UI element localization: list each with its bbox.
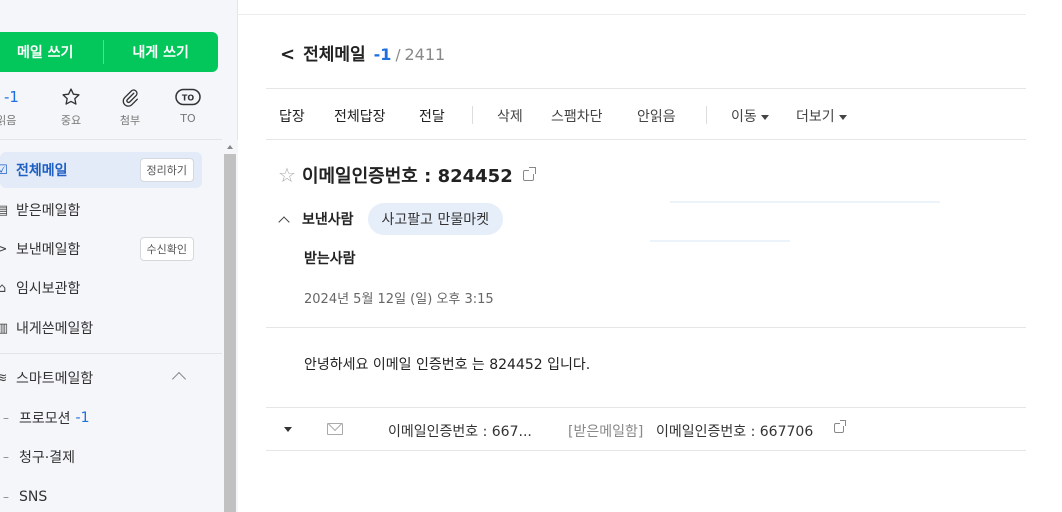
sidebar: 메일 쓰기 내게 쓰기 -1 안읽음 중요 첨부 TO TO	[0, 0, 238, 512]
organize-button[interactable]: 정리하기	[139, 158, 194, 182]
mail-date: 2024년 5월 12일 (일) 오후 3:15	[304, 292, 494, 307]
quick-unread[interactable]: -1 안읽음	[0, 86, 40, 128]
toolbar-divider	[472, 106, 473, 124]
inbox-icon: ▤	[0, 202, 9, 218]
sidebar-scrollbar[interactable]	[222, 140, 238, 512]
mail-body: 안녕하세요 이메일 인증번호 는 824452 입니다.	[304, 357, 591, 373]
branch-icon: –	[3, 450, 9, 464]
quick-unread-label: 안읽음	[0, 114, 17, 127]
quick-important-label: 중요	[60, 114, 82, 127]
branch-icon: –	[3, 490, 9, 504]
self-compose-button[interactable]: 내게 쓰기	[104, 32, 219, 72]
delete-button[interactable]: 삭제	[497, 106, 523, 126]
related-subject-full[interactable]: 이메일인증번호 : 667706	[656, 421, 813, 441]
folder-smart-label: 스마트메일함	[16, 371, 94, 387]
folder-self-mail-label: 내게쓴메일함	[16, 321, 94, 337]
chip-highlight	[670, 201, 940, 203]
forward-button[interactable]: 전달	[419, 106, 445, 126]
svg-text:TO: TO	[182, 94, 194, 103]
star-icon	[51, 86, 91, 108]
sender-row: 보낸사람 사고팔고 만물마켓	[278, 203, 504, 235]
folder-promotion-label: 프로모션	[19, 411, 71, 427]
mail-header: < 전체메일 -1 / 2411	[280, 40, 445, 65]
read-receipt-button[interactable]: 수신확인	[139, 237, 194, 261]
sent-icon: >	[0, 241, 8, 257]
more-dropdown[interactable]: 더보기	[796, 106, 847, 126]
star-icon[interactable]: ☆	[278, 163, 296, 187]
folder-all-mail[interactable]: ☑ 전체메일 정리하기	[0, 152, 202, 188]
caret-down-icon[interactable]	[284, 427, 292, 432]
envelope-icon	[327, 423, 343, 435]
folder-drafts-label: 임시보관함	[16, 281, 81, 297]
folder-divider	[0, 353, 222, 354]
folder-sns[interactable]: – SNS	[0, 479, 202, 512]
folder-sent[interactable]: > 보낸메일함 수신확인	[0, 231, 202, 267]
folder-all-mail-label: 전체메일	[16, 163, 68, 179]
related-mail-row[interactable]: 이메일인증번호 : 667... [받은메일함] 이메일인증번호 : 66770…	[266, 407, 1026, 451]
sender-chip[interactable]: 사고팔고 만물마켓	[367, 203, 504, 235]
popout-icon[interactable]	[522, 166, 536, 181]
folder-sns-label: SNS	[19, 489, 48, 505]
paperclip-icon	[110, 86, 150, 108]
quick-divider	[0, 139, 222, 140]
mail-toolbar: 답장 전체답장 전달 삭제 스팸차단 안읽음 이동 더보기	[266, 88, 1026, 140]
mail-subject: ☆ 이메일인증번호 : 824452	[278, 162, 536, 188]
chevron-up-icon[interactable]	[278, 215, 290, 228]
unread-count: -1	[373, 45, 392, 64]
unread-count: -1	[4, 88, 19, 106]
quick-important[interactable]: 중요	[51, 86, 91, 128]
scroll-thumb[interactable]	[224, 154, 236, 512]
folder-sent-label: 보낸메일함	[16, 242, 81, 258]
spam-block-button[interactable]: 스팸차단	[551, 106, 603, 126]
quick-attachment[interactable]: 첨부	[110, 86, 150, 128]
toolbar-divider	[706, 106, 707, 124]
quick-filters: -1 안읽음 중요 첨부 TO TO	[0, 86, 220, 130]
count-separator: /	[395, 46, 401, 64]
mail-view: < 전체메일 -1 / 2411 답장 전체답장 전달 삭제 스팸차단 안읽음 …	[266, 0, 1026, 512]
quick-to[interactable]: TO TO	[168, 86, 208, 125]
related-folder: [받은메일함]	[568, 424, 644, 440]
folder-self-mail[interactable]: ▥ 내게쓴메일함	[0, 310, 202, 346]
folder-billing[interactable]: – 청구·결제	[0, 439, 202, 475]
branch-icon: –	[3, 411, 9, 425]
self-mail-icon: ▥	[0, 320, 9, 336]
smart-mailbox-icon: ≋	[0, 370, 8, 386]
folder-drafts[interactable]: ⌂ 임시보관함	[0, 270, 202, 306]
from-label: 보낸사람	[302, 212, 354, 228]
more-label: 더보기	[796, 109, 835, 125]
folder-promotion[interactable]: – 프로모션 -1	[0, 400, 202, 436]
caret-down-icon	[760, 114, 769, 120]
total-count: 2411	[404, 45, 446, 64]
folder-smart[interactable]: ≋ 스마트메일함	[0, 360, 222, 396]
reply-all-button[interactable]: 전체답장	[334, 106, 386, 126]
page-title: 전체메일	[303, 45, 366, 65]
folder-promotion-count: -1	[75, 410, 90, 426]
subject-text: 이메일인증번호 : 824452	[301, 166, 513, 187]
folder-inbox[interactable]: ▤ 받은메일함	[0, 192, 202, 228]
reply-button[interactable]: 답장	[279, 106, 305, 126]
to-icon: TO	[168, 86, 208, 108]
back-arrow-icon[interactable]: <	[280, 44, 295, 65]
move-label: 이동	[731, 109, 757, 125]
all-mail-icon: ☑	[0, 162, 8, 178]
scroll-up-arrow-icon[interactable]	[227, 145, 233, 149]
move-dropdown[interactable]: 이동	[731, 106, 769, 126]
folder-inbox-label: 받은메일함	[16, 203, 81, 219]
to-label: 받는사람	[304, 251, 356, 267]
folder-billing-label: 청구·결제	[19, 450, 75, 466]
mark-unread-button[interactable]: 안읽음	[637, 106, 676, 126]
quick-to-label: TO	[180, 112, 196, 125]
body-divider	[266, 327, 1026, 328]
compose-group: 메일 쓰기 내게 쓰기	[0, 32, 218, 72]
drafts-icon: ⌂	[0, 280, 7, 296]
compose-button[interactable]: 메일 쓰기	[0, 32, 103, 72]
quick-attachment-label: 첨부	[119, 114, 141, 127]
related-subject[interactable]: 이메일인증번호 : 667...	[388, 421, 532, 441]
caret-down-icon	[838, 114, 847, 120]
popout-icon[interactable]	[834, 420, 846, 433]
chip-highlight	[650, 240, 790, 242]
chevron-up-icon[interactable]	[171, 371, 187, 387]
